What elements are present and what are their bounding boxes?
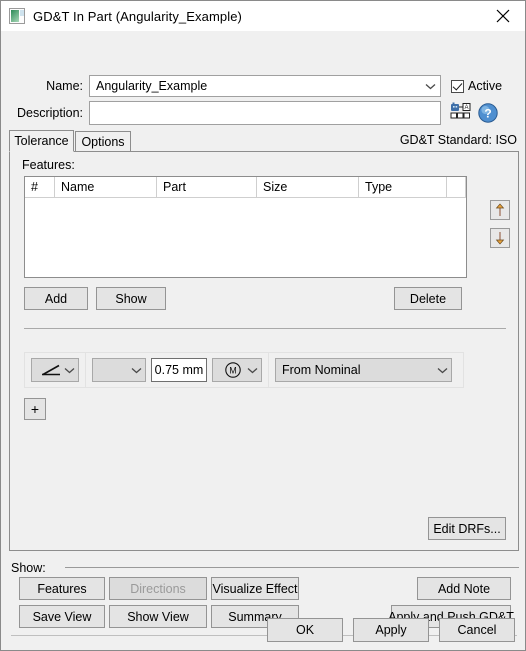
- close-button[interactable]: [481, 1, 525, 31]
- column-header-spacer: [447, 177, 466, 197]
- column-header-number[interactable]: #: [25, 177, 55, 197]
- visualize-effect-button[interactable]: Visualize Effect: [211, 577, 299, 600]
- dialog-body: Name: Angularity_Example Active Descript…: [1, 31, 525, 650]
- description-row: Description: A ?: [1, 100, 526, 126]
- datum-reference-value: From Nominal: [282, 363, 361, 377]
- maximum-material-condition-icon: M: [218, 361, 247, 379]
- name-value: Angularity_Example: [96, 79, 208, 93]
- show-directions-label: Directions: [130, 581, 186, 596]
- plus-icon: +: [30, 401, 40, 417]
- add-note-label: Add Note: [437, 581, 491, 596]
- datum-reference-combobox[interactable]: From Nominal: [275, 358, 452, 382]
- angularity-symbol-icon: [37, 363, 64, 377]
- add-note-button[interactable]: Add Note: [417, 577, 511, 600]
- title-bar: GD&T In Part (Angularity_Example): [1, 1, 525, 31]
- features-table[interactable]: # Name Part Size Type: [24, 176, 467, 278]
- gdt-dialog-window: GD&T In Part (Angularity_Example) Name: …: [0, 0, 526, 651]
- gdt-annotation-button[interactable]: A: [449, 101, 473, 125]
- move-down-button[interactable]: [490, 228, 510, 248]
- tab-options[interactable]: Options: [75, 131, 131, 152]
- tolerance-value-input[interactable]: 0.75 mm: [151, 358, 207, 382]
- show-features-button[interactable]: Features: [19, 577, 105, 600]
- column-header-name[interactable]: Name: [55, 177, 157, 197]
- reorder-button-group: [490, 200, 510, 248]
- features-table-header: # Name Part Size Type: [25, 177, 466, 198]
- gdt-annotation-icon: A: [450, 102, 471, 119]
- features-table-body[interactable]: [25, 198, 466, 277]
- active-label: Active: [468, 79, 503, 93]
- description-icon-group: A ?: [449, 101, 500, 125]
- features-section-label: Features:: [22, 158, 75, 172]
- add-feature-button[interactable]: Add: [24, 287, 88, 310]
- arrow-up-icon: [495, 203, 505, 216]
- arrow-down-icon: [495, 232, 505, 245]
- column-header-size[interactable]: Size: [257, 177, 359, 197]
- gdt-standard-label: GD&T Standard: ISO: [399, 133, 517, 147]
- help-button[interactable]: ?: [476, 101, 500, 125]
- show-feature-button[interactable]: Show: [96, 287, 166, 310]
- chevron-down-icon: [247, 363, 258, 377]
- column-header-type[interactable]: Type: [359, 177, 447, 197]
- dialog-footer: OK Apply Cancel: [1, 618, 526, 642]
- window-title: GD&T In Part (Angularity_Example): [33, 8, 242, 24]
- move-up-button[interactable]: [490, 200, 510, 220]
- svg-text:A: A: [464, 105, 468, 111]
- apply-button[interactable]: Apply: [353, 618, 429, 642]
- help-icon: ?: [478, 103, 498, 123]
- tolerance-tab-page: Features: # Name Part Size Type Add Show…: [9, 151, 519, 551]
- active-checkbox[interactable]: Active: [451, 79, 502, 93]
- material-condition-combobox[interactable]: M: [212, 358, 262, 382]
- edit-drfs-label: Edit DRFs...: [433, 521, 501, 536]
- show-group-top-rule: [65, 567, 519, 568]
- tolerance-row: 0.75 mm M From Nominal: [24, 352, 464, 388]
- add-feature-label: Add: [44, 291, 68, 306]
- tolerance-symbol-cell: [25, 353, 86, 387]
- add-tolerance-row-button[interactable]: +: [24, 398, 46, 420]
- tolerance-symbol-combobox[interactable]: [31, 358, 79, 382]
- chevron-down-icon: [64, 363, 75, 377]
- gdt-part-icon: [9, 8, 25, 24]
- tab-tolerance-label: Tolerance: [14, 134, 69, 148]
- svg-text:?: ?: [484, 107, 491, 121]
- svg-text:M: M: [229, 366, 237, 376]
- column-header-part[interactable]: Part: [157, 177, 257, 197]
- chevron-down-icon: [437, 363, 448, 377]
- tolerance-zone-shape-combobox[interactable]: [92, 358, 146, 382]
- close-icon: [496, 9, 510, 23]
- cancel-button[interactable]: Cancel: [439, 618, 515, 642]
- delete-feature-label: Delete: [409, 291, 447, 306]
- show-features-label: Features: [37, 581, 87, 596]
- ok-label: OK: [295, 623, 315, 637]
- visualize-effect-label: Visualize Effect: [212, 581, 298, 596]
- tolerance-value-text: 0.75 mm: [154, 363, 204, 377]
- section-divider: [24, 328, 506, 329]
- datum-reference-cell: From Nominal: [269, 353, 463, 387]
- apply-label: Apply: [375, 623, 407, 637]
- show-group-caption: Show:: [11, 561, 50, 575]
- cancel-label: Cancel: [457, 623, 497, 637]
- chevron-down-icon: [420, 83, 440, 90]
- tab-tolerance[interactable]: Tolerance: [9, 130, 74, 152]
- show-directions-button: Directions: [109, 577, 207, 600]
- edit-drfs-button[interactable]: Edit DRFs...: [428, 517, 506, 540]
- show-feature-label: Show: [115, 291, 147, 306]
- delete-feature-button[interactable]: Delete: [394, 287, 462, 310]
- description-label: Description:: [17, 106, 83, 120]
- name-label: Name:: [46, 79, 83, 93]
- tolerance-value-cell: 0.75 mm M: [86, 353, 269, 387]
- name-row: Name: Angularity_Example Active: [1, 74, 526, 98]
- ok-button[interactable]: OK: [267, 618, 343, 642]
- tab-options-label: Options: [81, 135, 125, 149]
- checkbox-box-icon: [451, 79, 464, 93]
- name-combobox[interactable]: Angularity_Example: [89, 75, 441, 97]
- description-input[interactable]: [89, 101, 441, 125]
- chevron-down-icon: [131, 363, 142, 377]
